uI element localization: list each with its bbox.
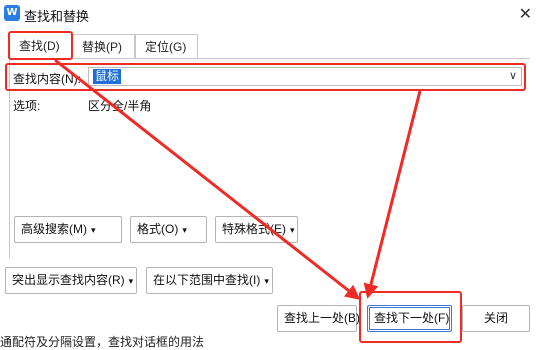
format-button[interactable]: 格式(O) ▾	[130, 216, 207, 243]
find-in-range-label: 在以下范围中查找(I)	[153, 273, 261, 287]
window-title: 查找和替换	[24, 9, 90, 24]
annotation-arrow-from-input	[363, 90, 422, 299]
find-previous-button[interactable]: 查找上一处(B)	[277, 305, 360, 332]
format-label: 格式(O)	[137, 222, 179, 236]
wps-writer-icon: W	[4, 5, 20, 21]
special-format-button[interactable]: 特殊格式(E) ▾	[215, 216, 298, 243]
close-button[interactable]: 关闭	[462, 305, 530, 332]
dropdown-arrow-icon: ▾	[182, 226, 187, 236]
advanced-search-label: 高级搜索(M)	[21, 222, 87, 236]
tab-replace[interactable]: 替换(P)	[72, 34, 135, 58]
options-label: 选项:	[13, 99, 41, 113]
tab-panel-border	[72, 58, 530, 59]
background-doc-text: 通配符及分隔设置，查找对话框的用法	[0, 335, 205, 349]
dropdown-arrow-icon: ▾	[290, 226, 295, 236]
annotation-box-find-input	[5, 63, 526, 91]
highlight-find-label: 突出显示查找内容(R)	[12, 273, 125, 287]
find-replace-dialog: W 查找和替换 ✕ 查找(D) 替换(P) 定位(G) 查找内容(N): 鼠标 …	[0, 0, 546, 349]
title-bar: W 查找和替换 ✕	[0, 0, 546, 30]
find-in-range-button[interactable]: 在以下范围中查找(I) ▾	[146, 267, 273, 294]
close-icon[interactable]: ✕	[519, 4, 532, 23]
special-format-label: 特殊格式(E)	[222, 222, 286, 236]
double-chevron-down-icon: ▾	[91, 226, 96, 236]
tab-goto[interactable]: 定位(G)	[135, 34, 198, 58]
options-value: 区分全/半角	[88, 99, 152, 113]
highlight-find-button[interactable]: 突出显示查找内容(R) ▾	[5, 267, 137, 294]
annotation-arrow-from-tab	[54, 58, 361, 300]
advanced-search-button[interactable]: 高级搜索(M) ▾	[14, 216, 122, 243]
annotation-box-find-next	[359, 291, 462, 343]
annotation-box-find-tab	[8, 31, 73, 60]
dropdown-arrow-icon: ▾	[128, 277, 134, 287]
dropdown-arrow-icon: ▾	[264, 277, 269, 287]
